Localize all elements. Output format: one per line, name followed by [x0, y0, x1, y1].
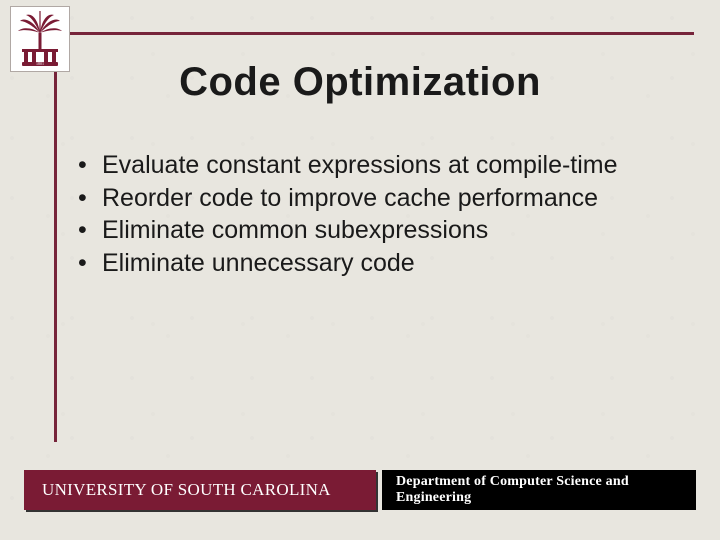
- slide-title: Code Optimization: [0, 60, 720, 105]
- footer: UNIVERSITY OF SOUTH CAROLINA Department …: [24, 470, 696, 510]
- top-border: [54, 32, 694, 35]
- list-item: Eliminate unnecessary code: [78, 248, 658, 279]
- list-item: Eliminate common subexpressions: [78, 215, 658, 246]
- bullet-list: Evaluate constant expressions at compile…: [78, 150, 658, 278]
- footer-department: Department of Computer Science and Engin…: [382, 470, 696, 510]
- footer-university: UNIVERSITY OF SOUTH CAROLINA: [24, 470, 376, 510]
- list-item: Reorder code to improve cache performanc…: [78, 183, 658, 214]
- list-item: Evaluate constant expressions at compile…: [78, 150, 658, 181]
- slide-body: Evaluate constant expressions at compile…: [78, 150, 658, 280]
